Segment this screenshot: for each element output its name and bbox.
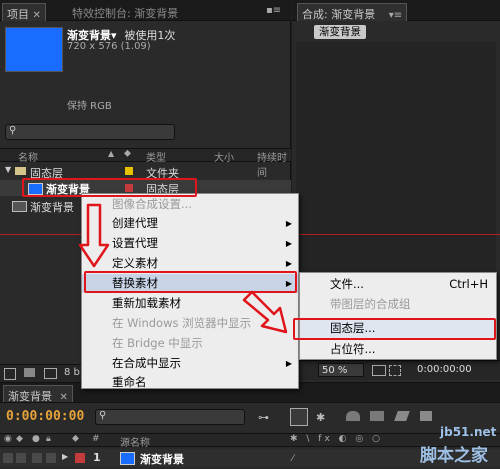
annotation-arrows xyxy=(78,203,288,334)
watermark-site: jb51.net xyxy=(440,425,497,439)
diagonal-arrow-icon xyxy=(242,290,288,334)
down-arrow-icon xyxy=(78,203,110,268)
watermark-name: 脚本之家 xyxy=(420,446,488,466)
